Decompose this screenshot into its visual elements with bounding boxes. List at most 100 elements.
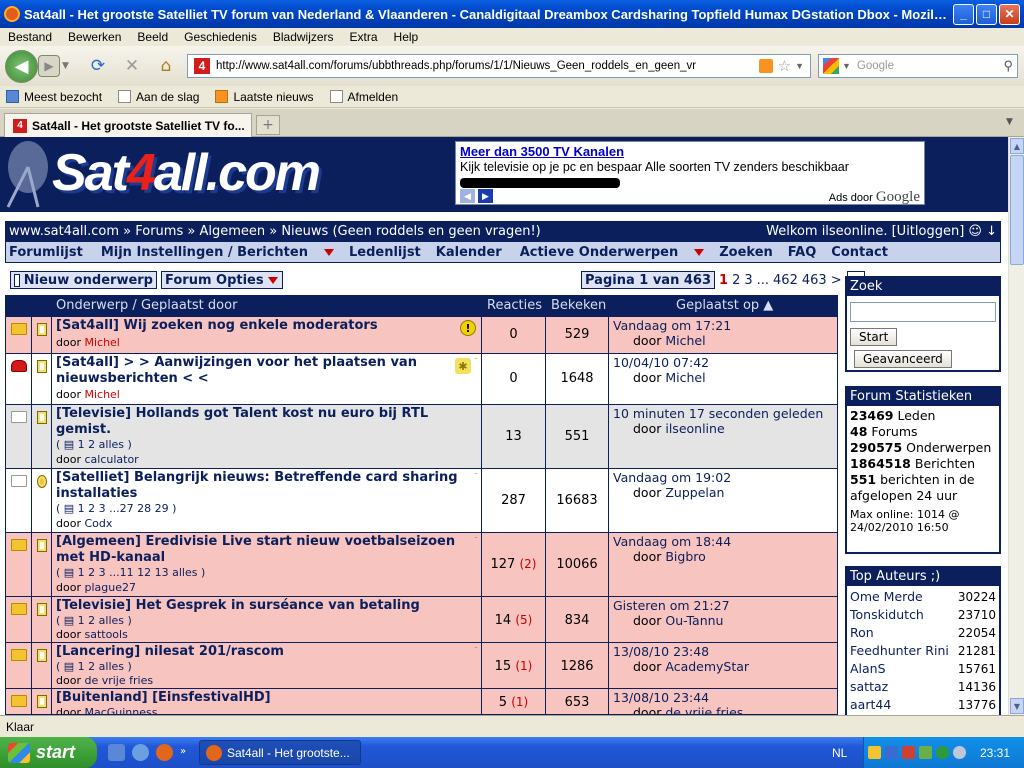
- topic-pages[interactable]: ( ▤ 1 2 3 ...27 28 29 ): [56, 502, 176, 515]
- last-author-link[interactable]: ilseonline: [665, 421, 724, 436]
- minimize-button[interactable]: _: [953, 3, 974, 25]
- messenger-icon[interactable]: [132, 744, 149, 761]
- google-icon[interactable]: [823, 58, 839, 74]
- search-engine-dropdown-icon[interactable]: ▼: [842, 61, 851, 71]
- last-author-link[interactable]: Bigbro: [665, 549, 705, 564]
- header-subject[interactable]: Onderwerp / Geplaatst door: [56, 298, 237, 313]
- home-icon[interactable]: ⌂: [155, 56, 177, 76]
- page-link[interactable]: 2: [732, 273, 740, 288]
- page-link[interactable]: 3: [744, 273, 752, 288]
- breadcrumb[interactable]: www.sat4all.com » Forums » Algemeen » Ni…: [9, 224, 541, 239]
- quicklaunch-more-icon[interactable]: »: [180, 746, 186, 757]
- network-icon[interactable]: [885, 746, 898, 759]
- new-topic-button[interactable]: Nieuw onderwerp: [10, 271, 157, 289]
- topic-link[interactable]: [Televisie] Het Gesprek in surséance van…: [56, 598, 466, 614]
- menu-help[interactable]: Help: [386, 30, 427, 44]
- url-dropdown-icon[interactable]: ▼: [795, 61, 804, 71]
- search-icon[interactable]: ⚲: [1003, 58, 1013, 74]
- nav-forumlijst[interactable]: Forumlijst: [9, 245, 83, 260]
- page-link[interactable]: 463: [802, 273, 827, 288]
- language-indicator[interactable]: NL: [832, 746, 847, 760]
- menu-bewerken[interactable]: Bewerken: [60, 30, 129, 44]
- rss-icon[interactable]: [758, 59, 773, 73]
- author-link[interactable]: plague27: [84, 581, 136, 594]
- author-link[interactable]: Michel: [84, 388, 119, 401]
- nav-faq[interactable]: FAQ: [788, 245, 817, 260]
- scroll-thumb[interactable]: [1010, 155, 1024, 265]
- sat4all-logo[interactable]: Sat4all.com: [0, 137, 440, 212]
- menu-extra[interactable]: Extra: [342, 30, 386, 44]
- vertical-scrollbar[interactable]: ▲ ▼: [1008, 137, 1024, 715]
- search-bar[interactable]: ▼ Google ⚲: [818, 54, 1018, 78]
- topic-pages[interactable]: ( ▤ 1 2 alles ): [56, 438, 132, 451]
- reload-icon[interactable]: ⟳: [87, 56, 109, 76]
- header-posted[interactable]: Geplaatst op ▲: [676, 298, 773, 313]
- author-link[interactable]: aart44: [850, 696, 891, 714]
- post-date[interactable]: 13/08/10 23:48: [613, 644, 709, 659]
- author-link[interactable]: Codx: [84, 517, 112, 530]
- forum-options-button[interactable]: Forum Opties: [161, 271, 283, 289]
- nav-contact[interactable]: Contact: [831, 245, 888, 260]
- update-icon[interactable]: [919, 746, 932, 759]
- ads-by-google[interactable]: Ads door Google: [829, 189, 920, 206]
- forum-search-input[interactable]: [850, 302, 996, 322]
- nav-kalender[interactable]: Kalender: [436, 245, 502, 260]
- post-date[interactable]: Gisteren om 21:27: [613, 598, 730, 613]
- status-icon[interactable]: [936, 746, 949, 759]
- topic-pages[interactable]: ( ▤ 1 2 alles ): [56, 614, 132, 627]
- topic-link[interactable]: [Televisie] Hollands got Talent kost nu …: [56, 406, 466, 438]
- new-tab-button[interactable]: +: [256, 115, 280, 135]
- ad-prev-icon[interactable]: ◀: [460, 189, 475, 203]
- advanced-search-button[interactable]: Geavanceerd: [854, 350, 952, 368]
- last-author-link[interactable]: de vrije fries: [665, 705, 743, 714]
- author-link[interactable]: sattools: [84, 628, 127, 641]
- close-button[interactable]: ✕: [999, 3, 1020, 25]
- author-link[interactable]: Ron: [850, 624, 874, 642]
- forward-button[interactable]: ▶: [38, 55, 60, 77]
- last-author-link[interactable]: Ou-Tannu: [665, 613, 723, 628]
- topic-pages[interactable]: ( ▤ 1 2 3 ...11 12 13 alles ): [56, 566, 205, 579]
- firefox-icon[interactable]: [156, 744, 173, 761]
- author-link[interactable]: Feedhunter Rini: [850, 642, 949, 660]
- history-dropdown-icon[interactable]: ▼: [62, 55, 76, 77]
- header-views[interactable]: Bekeken: [551, 298, 606, 313]
- author-link[interactable]: de vrije fries: [84, 674, 153, 687]
- url-input[interactable]: http://www.sat4all.com/forums/ubbthreads…: [216, 60, 759, 72]
- post-date[interactable]: 13/08/10 23:44: [613, 690, 709, 705]
- topic-pages[interactable]: ( ▤ 1 2 alles ): [56, 660, 132, 673]
- ad-title-link[interactable]: Meer dan 3500 TV Kanalen: [460, 144, 624, 159]
- nav-zoeken[interactable]: Zoeken: [719, 245, 773, 260]
- author-link[interactable]: MacGuinness: [84, 706, 157, 714]
- tab-list-dropdown-icon[interactable]: ▼: [1006, 117, 1020, 131]
- topic-link[interactable]: [Buitenland] [EinsfestivalHD]: [56, 690, 466, 706]
- author-link[interactable]: calculator: [84, 453, 138, 466]
- post-date[interactable]: Vandaag om 17:21: [613, 318, 731, 333]
- back-button[interactable]: ◀: [5, 50, 38, 83]
- search-start-button[interactable]: Start: [850, 328, 898, 346]
- post-date[interactable]: 10/04/10 07:42: [613, 355, 709, 370]
- last-author-link[interactable]: AcademyStar: [665, 659, 749, 674]
- security-icon[interactable]: [902, 746, 915, 759]
- topic-link[interactable]: [Satelliet] Belangrijk nieuws: Betreffen…: [56, 470, 466, 502]
- maximize-button[interactable]: □: [976, 3, 997, 25]
- bookmark-laatste-nieuws[interactable]: Laatste nieuws: [215, 90, 314, 104]
- author-link[interactable]: Michel: [84, 336, 119, 349]
- bookmark-meest-bezocht[interactable]: Meest bezocht: [6, 90, 102, 104]
- taskbar-item-firefox[interactable]: Sat4all - Het grootste...: [199, 740, 361, 765]
- page-link[interactable]: 462: [773, 273, 798, 288]
- bookmark-afmelden[interactable]: Afmelden: [329, 90, 398, 104]
- nav-actieve-onderwerpen[interactable]: Actieve Onderwerpen: [517, 245, 705, 260]
- menu-beeld[interactable]: Beeld: [129, 30, 176, 44]
- menu-geschiedenis[interactable]: Geschiedenis: [176, 30, 265, 44]
- author-link[interactable]: sattaz: [850, 678, 888, 696]
- ad-next-icon[interactable]: ▶: [478, 189, 493, 203]
- post-date[interactable]: 10 minuten 17 seconden geleden: [613, 406, 823, 421]
- welcome-text[interactable]: Welkom ilseonline. [Uitloggen] ☺ ↓: [766, 224, 997, 239]
- stop-icon[interactable]: ✕: [121, 56, 143, 76]
- scroll-up-icon[interactable]: ▲: [1010, 138, 1024, 154]
- author-link[interactable]: Tonskidutch: [850, 606, 924, 624]
- start-button[interactable]: start: [0, 737, 97, 768]
- topic-link[interactable]: [Sat4all] Wij zoeken nog enkele moderato…: [56, 318, 466, 334]
- topic-link[interactable]: [Lancering] nilesat 201/rascom: [56, 644, 466, 660]
- scroll-down-icon[interactable]: ▼: [1010, 698, 1024, 714]
